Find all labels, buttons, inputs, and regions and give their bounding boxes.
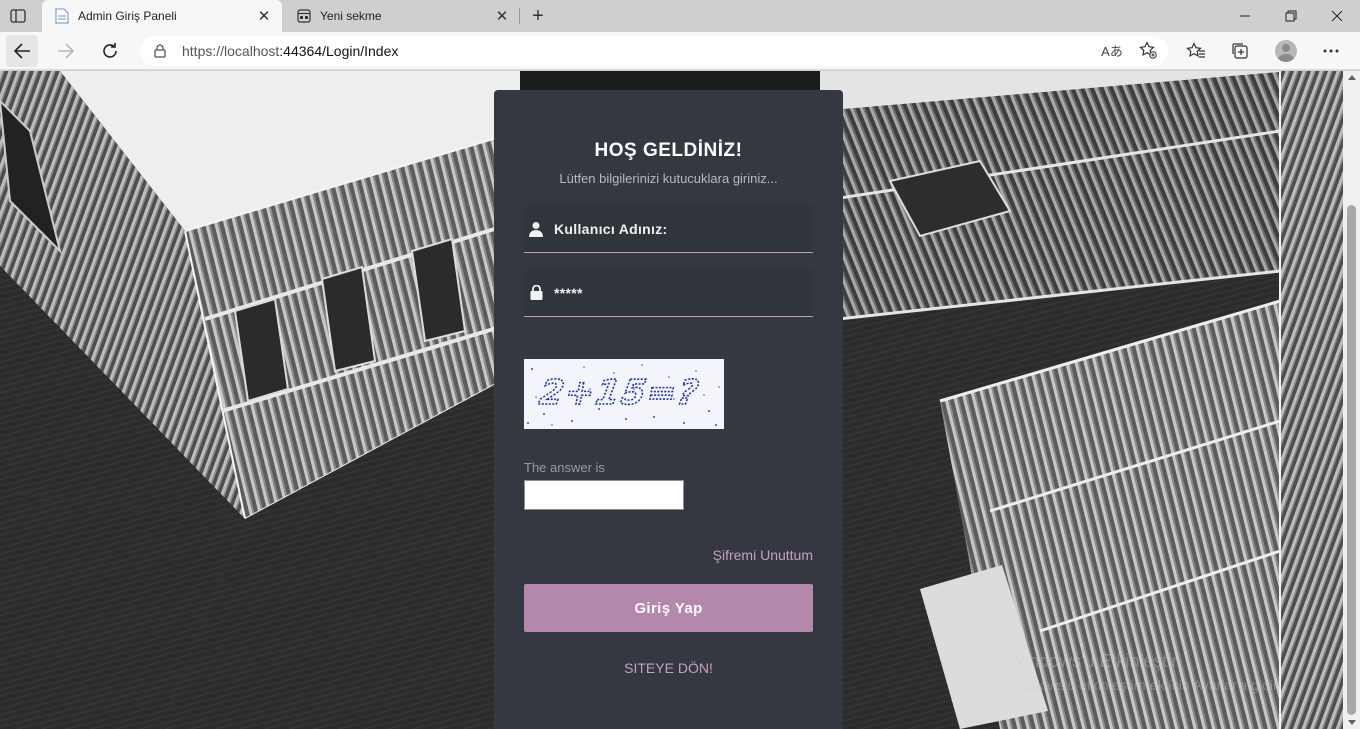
avatar-icon [1275,40,1297,62]
browser-toolbar: https://localhost:44364/Login/Index Aあ [0,32,1360,70]
read-aloud-icon[interactable]: Aあ [1101,39,1123,61]
new-tab-page-icon [296,8,312,24]
page-title: HOŞ GELDİNİZ! [594,140,743,161]
page-scrollbar[interactable] [1343,71,1360,729]
tab-separator [519,8,520,24]
activation-watermark-title: Windows'u Etkinleştir [1008,651,1178,671]
forward-button[interactable] [50,35,82,67]
close-window-icon[interactable] [1314,0,1360,32]
scroll-down-icon[interactable] [1348,720,1356,725]
tab-admin-login[interactable]: Admin Giriş Paneli ✕ [42,0,282,32]
forgot-password-link[interactable]: Şifremi Unuttum [713,547,813,563]
user-icon [526,219,546,239]
captcha-label: The answer is [524,460,605,475]
password-field[interactable]: ***** [524,269,813,317]
url-host: https://localhost [182,43,280,59]
scrollbar-thumb[interactable] [1347,205,1356,715]
close-tab-icon[interactable]: ✕ [252,4,276,28]
restore-icon[interactable] [1268,0,1314,32]
captcha-image: 2+15=? [524,359,724,429]
scroll-up-icon[interactable] [1348,75,1356,80]
new-tab-button[interactable]: + [526,4,550,28]
back-button[interactable] [6,35,38,67]
address-bar[interactable]: https://localhost:44364/Login/Index [140,36,1168,66]
collections-icon[interactable] [1224,35,1256,67]
url-path: :44364/Login/Index [279,43,399,59]
minimize-icon[interactable] [1222,0,1268,32]
lock-icon [526,283,546,303]
tab-title: Admin Giriş Paneli [78,9,177,23]
captcha-text: 2+15=? [536,373,703,413]
favorites-icon[interactable] [1180,35,1212,67]
tab-actions-icon[interactable] [6,6,30,26]
lock-icon[interactable] [152,43,168,59]
profile-avatar[interactable] [1270,35,1302,67]
refresh-button[interactable] [94,35,126,67]
url-text[interactable]: https://localhost:44364/Login/Index [182,43,398,59]
tab-new[interactable]: Yeni sekme ✕ [284,0,520,32]
tab-bar: Admin Giriş Paneli ✕ Yeni sekme ✕ + [0,0,1360,32]
activation-watermark-text: Windows'u etkinleştirmek için Ayarlar'a … [1008,677,1285,693]
page-subtitle: Lütfen bilgilerinizi kutucuklara giriniz… [559,171,778,186]
login-card: HOŞ GELDİNİZ! Lütfen bilgilerinizi kutuc… [494,90,843,729]
back-to-site-link[interactable]: SITEYE DÖN! [494,660,843,676]
close-tab-icon[interactable]: ✕ [490,4,514,28]
page-viewport: HOŞ GELDİNİZ! Lütfen bilgilerinizi kutuc… [0,71,1343,729]
username-placeholder: Kullanıcı Adınız: [554,220,668,237]
password-value: ***** [554,284,583,301]
settings-menu-icon[interactable] [1315,35,1347,67]
tab-title: Yeni sekme [320,9,382,23]
add-favorite-icon[interactable] [1137,39,1159,61]
login-button[interactable]: Giriş Yap [524,584,813,632]
username-field[interactable]: Kullanıcı Adınız: [524,205,813,253]
captcha-answer-input[interactable] [524,480,684,510]
page-icon [54,8,70,24]
